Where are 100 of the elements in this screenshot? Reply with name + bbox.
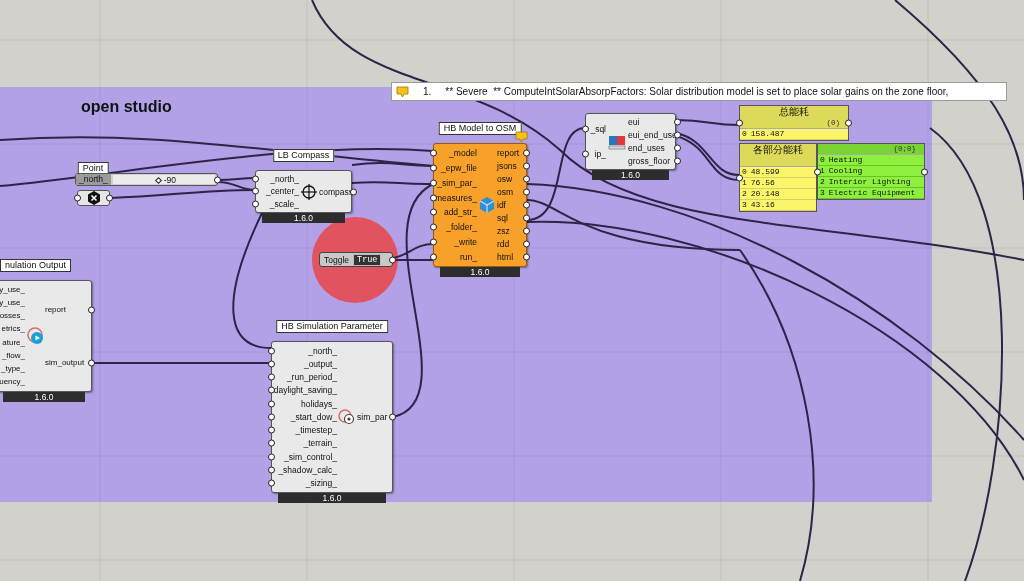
row-index: 2 xyxy=(820,177,825,187)
boolean-toggle[interactable]: Toggle True xyxy=(319,252,393,267)
input-port[interactable] xyxy=(582,150,589,158)
output-port[interactable] xyxy=(350,188,357,195)
panel-value: 43.16 xyxy=(750,200,775,210)
input-label: _start_dow_ xyxy=(290,411,337,422)
input-label: _write xyxy=(454,236,477,247)
input-label: _timestep_ xyxy=(295,425,337,436)
input-label: add_str_ xyxy=(443,207,477,218)
output-port[interactable] xyxy=(88,306,95,313)
output-port[interactable] xyxy=(921,168,928,175)
input-label: _model xyxy=(449,148,477,159)
input-label: holidays_ xyxy=(301,398,337,409)
row-index: 1 xyxy=(820,166,825,176)
output-port[interactable] xyxy=(214,176,221,183)
group-title: open studio xyxy=(81,97,172,117)
warning-balloon-icon xyxy=(396,85,409,98)
output-port[interactable] xyxy=(88,359,95,366)
panel-value: Interior Lighting xyxy=(828,177,911,187)
toggle-label: Toggle xyxy=(324,254,350,265)
input-port[interactable] xyxy=(736,174,743,181)
panel-value: 76.56 xyxy=(750,178,775,188)
input-label: _flow_ xyxy=(1,350,25,361)
version-label: 1.6.0 xyxy=(592,170,669,180)
output-label: html xyxy=(497,252,514,263)
input-label: _terrain_ xyxy=(303,438,337,449)
output-port[interactable] xyxy=(845,119,852,127)
panel-value: Electric Equipment xyxy=(828,188,916,198)
component-title-tag: LB Compass xyxy=(272,149,335,162)
output-label: sim_par xyxy=(357,412,388,422)
input-label: run_ xyxy=(460,251,477,262)
input-label: _center_ xyxy=(265,186,299,197)
version-label: 1.6.0 xyxy=(278,493,386,503)
output-label: compass xyxy=(319,186,353,197)
input-label: _type_ xyxy=(0,364,25,375)
version-label: 1.6.0 xyxy=(262,213,345,223)
component-title-tag: nulation Output xyxy=(0,259,72,272)
input-label: _sim_control_ xyxy=(284,451,337,462)
input-label: y_use_ xyxy=(0,284,25,295)
output-label: sim_output xyxy=(45,357,85,368)
input-label: _sql xyxy=(590,123,606,134)
panel-value: Heating xyxy=(828,155,863,165)
warning-number: 1. xyxy=(423,85,432,99)
slider-value: -90 xyxy=(163,175,177,185)
input-label: _north_ xyxy=(270,174,299,185)
output-port[interactable] xyxy=(389,413,396,421)
output-label: end_uses xyxy=(628,142,665,153)
input-port[interactable] xyxy=(736,119,743,127)
input-label: _north_ xyxy=(308,345,337,356)
output-label: osw xyxy=(497,173,513,184)
row-index: 2 xyxy=(742,189,747,199)
output-label: zsz xyxy=(497,226,510,237)
row-index: 1 xyxy=(742,178,747,188)
version-label: 1.6.0 xyxy=(3,392,85,402)
slider-handle[interactable] xyxy=(154,176,162,185)
output-label: report xyxy=(497,147,520,158)
panel-value: 158.487 xyxy=(750,129,785,139)
component-title-tag: HB Simulation Parameter xyxy=(276,320,388,333)
play-icon xyxy=(26,327,44,345)
output-port[interactable] xyxy=(106,194,113,202)
output-label: idf xyxy=(497,200,506,210)
input-label: measures_ xyxy=(434,192,477,203)
warning-text: ** Severe ** ComputeIntSolarAbsorpFactors: Solar distribution model is set to place solar gains on the zone floor, xyxy=(445,85,949,99)
button-component[interactable] xyxy=(77,190,110,206)
input-label: osses_ xyxy=(0,311,25,322)
panel-value: Cooling xyxy=(828,166,863,176)
input-label: daylight_saving_ xyxy=(273,385,337,396)
panel-title: 总能耗 xyxy=(740,106,848,118)
output-label: osm xyxy=(497,186,514,197)
input-port[interactable] xyxy=(74,194,81,202)
input-label: _epw_file xyxy=(441,163,477,174)
panel-value: 48.599 xyxy=(750,167,780,177)
input-label: _output_ xyxy=(303,358,337,369)
slider-label: _north_ xyxy=(76,174,111,185)
crosshair-icon xyxy=(300,182,318,201)
input-label: y_use_ xyxy=(0,297,25,308)
panel-title: 各部分能耗 xyxy=(740,144,816,156)
input-label: etrics_ xyxy=(1,324,25,335)
panel-value: 20.148 xyxy=(750,189,780,199)
output-label: jsons xyxy=(497,160,517,171)
output-label: eui_end_use xyxy=(628,130,677,141)
input-port[interactable] xyxy=(814,168,821,175)
output-port[interactable] xyxy=(389,256,396,263)
input-label: ature_ xyxy=(2,337,25,348)
input-label: uency_ xyxy=(0,377,25,388)
input-label: _folder_ xyxy=(446,222,477,233)
row-index: 3 xyxy=(820,188,825,198)
output-label: gross_floor xyxy=(628,155,671,166)
component-title-tag: HB Model to OSM xyxy=(438,122,522,135)
output-label: report xyxy=(45,304,66,315)
input-label: _run_period_ xyxy=(286,372,337,383)
output-label: rdd xyxy=(497,239,510,250)
input-port[interactable] xyxy=(582,125,589,133)
input-label: _shadow_calc_ xyxy=(278,465,337,475)
output-label: eui xyxy=(628,117,640,128)
number-slider[interactable]: _north_ -90 xyxy=(75,173,218,186)
row-index: 3 xyxy=(742,200,747,210)
cube-icon xyxy=(478,196,496,214)
input-label: ip_ xyxy=(594,149,606,160)
row-index: 0 xyxy=(742,129,747,139)
